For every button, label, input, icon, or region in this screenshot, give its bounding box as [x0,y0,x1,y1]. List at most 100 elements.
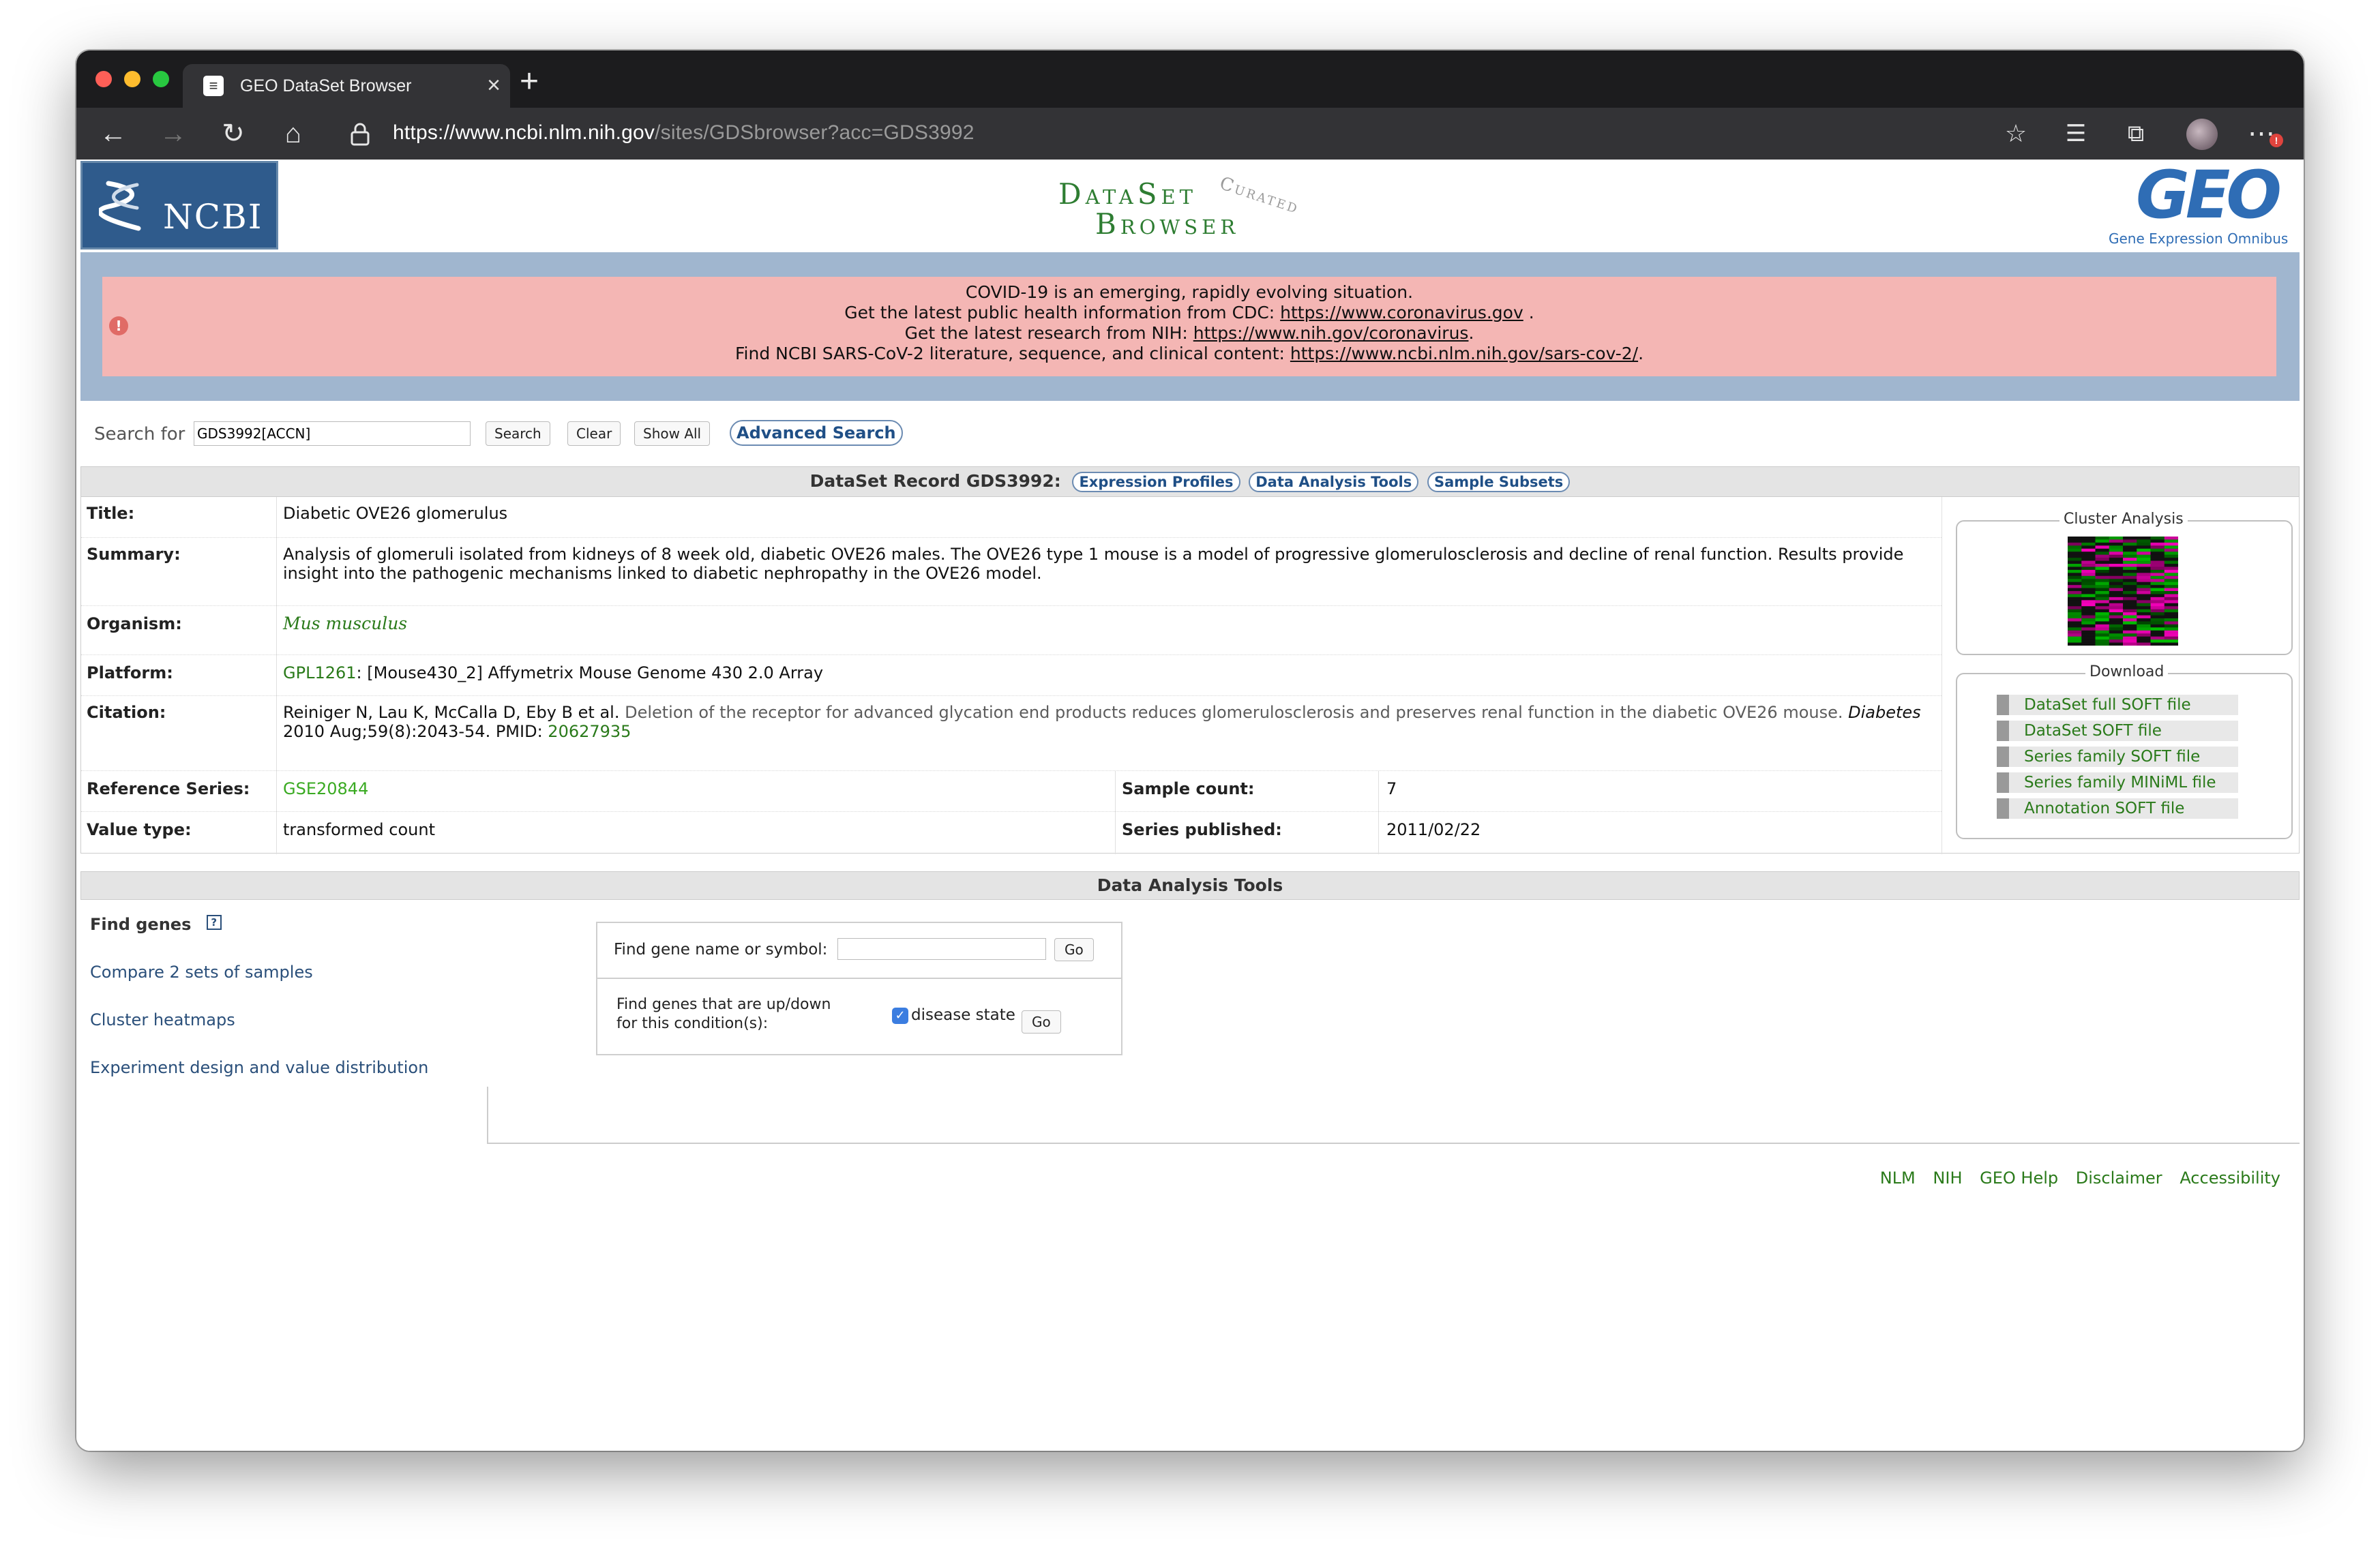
dataset-logo-line1: DataSet [1058,177,1198,211]
column-divider [1115,812,1116,854]
dataset-record: DataSet Record GDS3992: Expression Profi… [80,466,2300,854]
alert-line-2-text: Get the latest public health information… [844,303,1281,322]
disease-state-checkbox[interactable]: ✓ [892,1008,908,1024]
ncbi-helix-icon [99,181,141,231]
footer-link-nlm[interactable]: NLM [1880,1168,1916,1188]
download-label: Series family MINiML file [2024,774,2216,791]
gene-name-go-button[interactable]: Go [1054,938,1094,961]
download-bar-icon [1997,747,2009,767]
data-analysis-tools-section: Data Analysis Tools Find genes ? Compare… [80,871,2300,1148]
download-bar-icon [1997,798,2009,819]
download-dataset-full-soft[interactable]: DataSet full SOFT file [1997,695,2238,715]
compare-samples-link[interactable]: Compare 2 sets of samples [90,963,313,982]
download-series-family-soft[interactable]: Series family SOFT file [1997,747,2238,767]
download-legend: Download [2085,663,2169,680]
alert-banner-frame: ! COVID-19 is an emerging, rapidly evolv… [80,252,2300,401]
series-published-label: Series published: [1122,820,1282,839]
reload-icon[interactable]: ↻ [217,117,250,150]
browser-toolbar: ← → ↻ ⌂ https://www.ncbi.nlm.nih.gov/sit… [76,108,2304,160]
sars-cov-2-link[interactable]: https://www.ncbi.nlm.nih.gov/sars-cov-2/ [1290,344,1638,363]
close-tab-icon[interactable]: × [487,74,501,97]
tab-sample-subsets[interactable]: Sample Subsets [1427,472,1571,492]
search-button[interactable]: Search [486,421,550,446]
reference-series-link[interactable]: GSE20844 [283,779,368,798]
download-bar-icon [1997,695,2009,715]
clear-button[interactable]: Clear [567,421,621,446]
download-bar-icon [1997,721,2009,741]
advanced-search-button[interactable]: Advanced Search [730,420,903,446]
organism-label: Organism: [87,614,182,633]
minimize-window-button[interactable] [124,71,140,87]
tab-data-analysis-tools[interactable]: Data Analysis Tools [1249,472,1419,492]
new-tab-icon[interactable]: + [520,65,539,98]
column-divider [1115,771,1116,812]
title-label: Title: [87,504,135,523]
citation-value: Reiniger N, Lau K, McCalla D, Eby B et a… [283,703,1933,741]
forward-arrow-icon[interactable]: → [157,117,190,150]
footer-link-disclaimer[interactable]: Disclaimer [2076,1168,2162,1188]
footer-link-geo-help[interactable]: GEO Help [1980,1168,2058,1188]
cdc-link[interactable]: https://www.coronavirus.gov [1280,303,1523,322]
search-input[interactable] [194,421,471,446]
search-label: Search for [94,424,185,444]
tab-expression-profiles[interactable]: Expression Profiles [1072,472,1240,492]
find-genes-panel: Find gene name or symbol: Go Find genes … [596,922,1122,1055]
download-label: Annotation SOFT file [2024,800,2185,817]
favorites-list-icon[interactable]: ☰ [2059,117,2092,150]
alert-line-3: Get the latest research from NIH: https:… [102,323,2276,344]
gene-name-input[interactable] [837,938,1046,960]
geo-logo-text: GEO [2136,157,2282,233]
footer-link-nih[interactable]: NIH [1933,1168,1962,1188]
maximize-window-button[interactable] [153,71,169,87]
footer-link-accessibility[interactable]: Accessibility [2180,1168,2280,1188]
download-bar-icon [1997,772,2009,793]
close-window-button[interactable] [95,71,112,87]
back-arrow-icon[interactable]: ← [97,117,130,150]
home-icon[interactable]: ⌂ [277,117,310,150]
find-gene-name-row: Find gene name or symbol: Go [597,923,1121,979]
alert-line-3-suffix: . [1468,323,1474,343]
collections-icon[interactable]: ⧉ [2119,117,2152,150]
geo-logo[interactable]: GEO Gene Expression Omnibus [2109,157,2293,250]
pmid-link[interactable]: 20627935 [548,722,631,741]
alert-line-1: COVID-19 is an emerging, rapidly evolvin… [965,282,1414,302]
favorite-star-icon[interactable]: ☆ [1999,117,2032,150]
alert-line-4-suffix: . [1638,344,1644,363]
show-all-button[interactable]: Show All [634,421,711,446]
cluster-heatmap-thumbnail[interactable] [2068,537,2178,646]
ncbi-logo[interactable]: NCBI [80,161,278,250]
experiment-design-link[interactable]: Experiment design and value distribution [90,1058,428,1077]
covid-alert: ! COVID-19 is an emerging, rapidly evolv… [102,277,2276,376]
record-header: DataSet Record GDS3992: Expression Profi… [81,467,2299,497]
citation-title: Deletion of the receptor for advanced gl… [625,703,1843,722]
citation-year: 2010 [283,722,325,741]
up-down-label-line1: Find genes that are up/down [616,996,831,1013]
download-label: DataSet SOFT file [2024,722,2162,740]
title-value: Diabetic OVE26 glomerulus [283,504,508,523]
find-gene-name-label: Find gene name or symbol: [614,941,828,959]
browser-tab[interactable]: ≡ GEO DataSet Browser × [183,64,510,108]
page-content: NCBI DataSet Browser Curated GEO Gene Ex… [76,157,2304,1451]
platform-label: Platform: [87,663,173,682]
dataset-logo-line2: Browser [1095,207,1240,241]
summary-row: Summary: Analysis of glomeruli isolated … [81,538,1942,606]
organism-link[interactable]: Mus musculus [283,614,407,633]
download-annotation-soft[interactable]: Annotation SOFT file [1997,798,2238,819]
download-dataset-soft[interactable]: DataSet SOFT file [1997,721,2238,741]
nih-link[interactable]: https://www.nih.gov/coronavirus [1193,323,1469,343]
profile-avatar[interactable] [2186,119,2218,150]
value-type-label: Value type: [87,820,192,839]
cluster-heatmaps-link[interactable]: Cluster heatmaps [90,1010,235,1029]
address-bar[interactable]: https://www.ncbi.nlm.nih.gov/sites/GDSbr… [393,121,975,145]
help-icon[interactable]: ? [206,915,222,930]
download-box: Download DataSet full SOFT file DataSet … [1956,663,2293,839]
find-genes-link[interactable]: Find genes ? [90,915,222,934]
cluster-analysis-legend: Cluster Analysis [2059,511,2188,528]
record-sidebar: Cluster Analysis Download DataSet full S… [1942,497,2300,854]
lock-icon [351,123,370,146]
download-series-family-miniml[interactable]: Series family MINiML file [1997,772,2238,793]
platform-link[interactable]: GPL1261 [283,663,357,682]
column-divider [1378,812,1379,854]
dataset-browser-logo[interactable]: DataSet Browser Curated [1058,173,1345,241]
condition-go-button[interactable]: Go [1022,1010,1061,1034]
